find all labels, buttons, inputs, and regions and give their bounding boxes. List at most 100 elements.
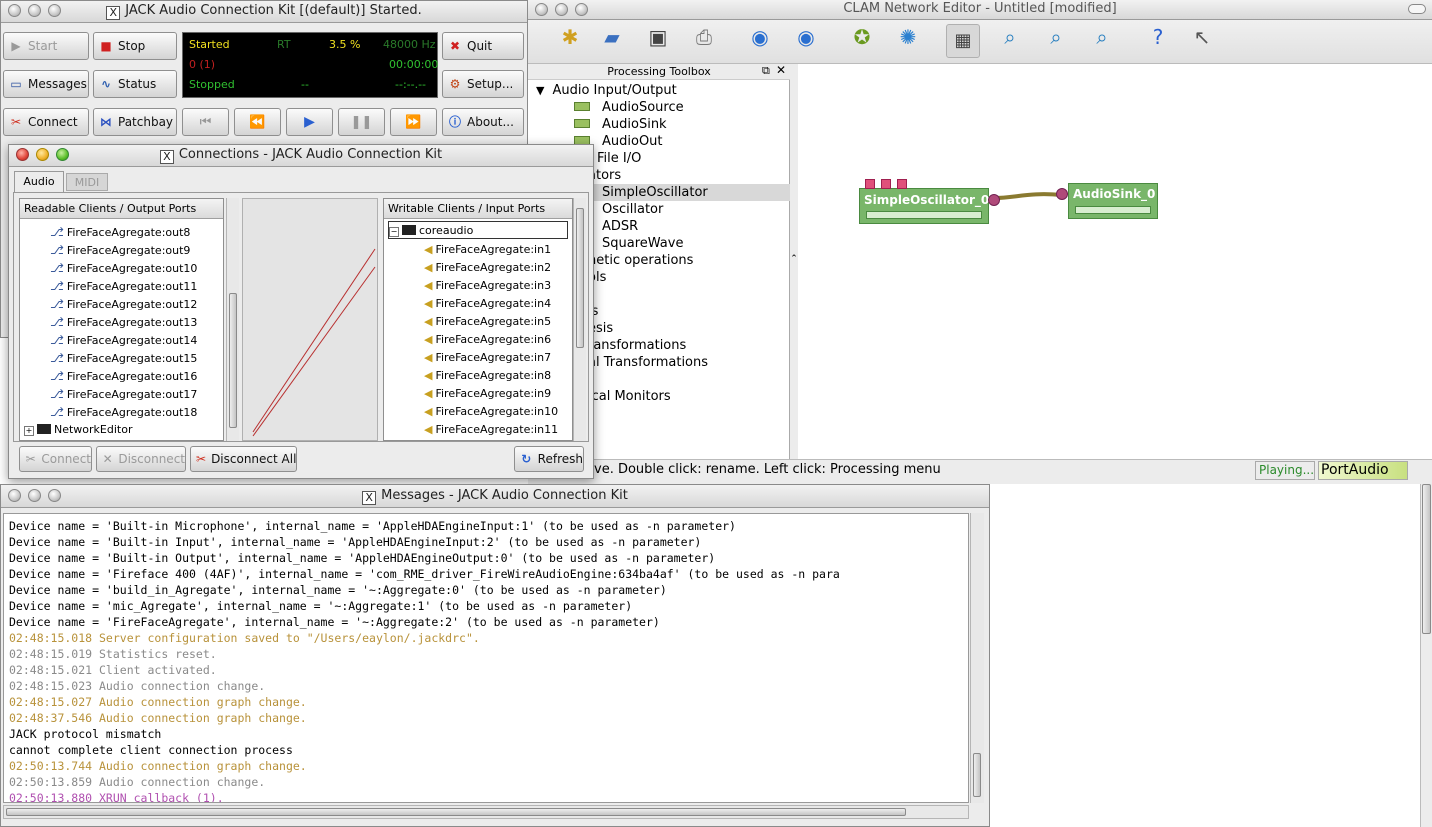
messages-vscroll[interactable] [970,513,984,803]
zoom-in-icon[interactable]: ⌕ [992,22,1028,52]
messages-hscroll-thumb[interactable] [6,808,906,816]
pause-button[interactable]: ❚❚ [338,108,385,136]
disconnect-all-button[interactable]: ✂ Disconnect All [190,446,297,472]
tab-audio[interactable]: Audio [14,171,64,193]
simpleoscillator-node[interactable]: SimpleOscillator_0 [859,188,989,224]
output-port-row[interactable]: ⎇ FireFaceAgregate:out18 [50,403,197,421]
messages-button[interactable]: ▭ Messages [3,70,89,98]
stop-button[interactable]: ■ Stop [93,32,177,60]
output-port-row[interactable]: ⎇ FireFaceAgregate:out10 [50,259,197,277]
open-folder-icon[interactable]: ▰ [594,22,630,52]
input-port[interactable] [1056,188,1068,200]
patchbay-button[interactable]: ⋈ Patchbay [93,108,177,136]
messages-vscroll-thumb[interactable] [973,753,981,797]
toolbox-float-icon[interactable]: ⧉ [762,64,770,78]
background-scroll-thumb[interactable] [1422,484,1431,634]
clam-titlebar[interactable]: CLAM Network Editor - Untitled [modified… [528,0,1432,20]
input-port-row[interactable]: ◀ FireFaceAgregate:in7 [424,349,551,367]
quit-button[interactable]: ✖ Quit [442,32,524,60]
background-scrollbar[interactable] [1420,484,1432,827]
toolbox-item[interactable]: File I/O [597,150,641,167]
input-port-row[interactable]: ◀ FireFaceAgregate:in2 [424,259,551,277]
toolbox-item[interactable]: AudioSink [574,116,667,133]
output-port-row[interactable]: ⎇ FireFaceAgregate:out16 [50,367,197,385]
output-port-row[interactable]: ⎇ FireFaceAgregate:out9 [50,241,190,259]
print-icon[interactable]: ⎙ [686,22,722,52]
layout-icon[interactable]: ▦ [946,24,980,58]
tab-midi[interactable]: MIDI [66,173,108,191]
toolbox-item[interactable]: ▼ Audio Input/Output [536,82,677,99]
zoom-out-icon[interactable]: ⌕ [1084,22,1120,52]
whats-this-icon[interactable]: ↖ [1184,22,1220,52]
connect-ports-button[interactable]: ✂ Connect [19,446,92,472]
control-port-1[interactable] [865,179,875,189]
readable-scrollbar[interactable] [226,198,239,441]
expand-arrow-icon[interactable]: ▼ [536,84,544,97]
client-row-coreaudio[interactable]: − coreaudio [388,221,568,239]
messages-titlebar[interactable]: X Messages - JACK Audio Connection Kit [1,485,989,508]
output-port-row[interactable]: ⎇ FireFaceAgregate:out12 [50,295,197,313]
toolbox-item[interactable]: hetic operations [588,252,693,269]
writable-scroll-thumb[interactable] [576,208,584,348]
expand-icon[interactable]: + [24,426,34,436]
toolbox-item[interactable]: SimpleOscillator [574,184,790,201]
writable-header[interactable]: Writable Clients / Input Ports [384,199,572,219]
messages-hscroll[interactable] [3,805,969,819]
clam-toolbar-toggle[interactable] [1408,4,1426,14]
input-port-row[interactable]: ◀ FireFaceAgregate:in6 [424,331,551,349]
input-port-row[interactable]: ◀ FireFaceAgregate:in5 [424,313,551,331]
output-port-row[interactable]: ⎇ FireFaceAgregate:out15 [50,349,197,367]
input-port-row[interactable]: ◀ FireFaceAgregate:in4 [424,295,551,313]
output-port-row[interactable]: ⎇ FireFaceAgregate:out11 [50,277,197,295]
collapse-icon[interactable]: − [389,227,399,237]
network-canvas[interactable]: SimpleOscillator_0 AudioSink_0 [798,64,1432,459]
client-row-networkeditor[interactable]: + NetworkEditor [24,421,132,439]
toolbox-item[interactable]: ical Monitors [588,388,671,405]
output-port-row[interactable]: ⎇ FireFaceAgregate:out8 [50,223,190,241]
input-port-row[interactable]: ◀ FireFaceAgregate:in11 [424,421,558,439]
refresh-button[interactable]: ↻ Refresh [514,446,584,472]
help-icon[interactable]: ? [1140,22,1176,52]
toolbox-item[interactable]: al Transformations [588,354,708,371]
forward-button[interactable]: ⏩ [390,108,437,136]
output-port-row[interactable]: ⎇ FireFaceAgregate:out17 [50,385,197,403]
about-button[interactable]: ⓘ About... [442,108,524,136]
rewind-button[interactable]: ⏮ [182,108,229,136]
connect-button[interactable]: ✂ Connect [3,108,89,136]
splitter[interactable]: ⌃ [790,64,798,459]
new-file-icon[interactable]: ✱ [552,22,588,52]
messages-log[interactable]: Device name = 'Built-in Microphone', int… [3,513,969,803]
readable-header[interactable]: Readable Clients / Output Ports [20,199,223,219]
control-port-2[interactable] [881,179,891,189]
input-port-row[interactable]: ◀ FireFaceAgregate:in8 [424,367,551,385]
output-port-row[interactable]: ⎇ FireFaceAgregate:out14 [50,331,197,349]
input-port-row[interactable]: ◀ FireFaceAgregate:in3 [424,277,551,295]
play-icon[interactable]: ◉ [742,22,778,52]
backward-button[interactable]: ⏪ [234,108,281,136]
toolbox-item[interactable]: ransformations [588,337,686,354]
audiosink-node[interactable]: AudioSink_0 [1068,183,1158,219]
toolbox-close-icon[interactable]: ✕ [776,63,786,77]
output-port-row[interactable]: ⎇ FireFaceAgregate:out13 [50,313,197,331]
writable-scrollbar[interactable] [573,198,586,441]
jack-titlebar[interactable]: X JACK Audio Connection Kit [(default)] S… [1,1,527,23]
readable-scroll-thumb[interactable] [229,293,237,428]
gear-icon[interactable]: ✺ [890,22,926,52]
input-port-row[interactable]: ◀ FireFaceAgregate:in10 [424,403,558,421]
connection-wire[interactable] [993,192,1063,200]
control-port-3[interactable] [897,179,907,189]
output-port[interactable] [988,194,1000,206]
toolbox-item[interactable]: AudioSource [574,99,684,116]
wand-icon[interactable]: ✪ [844,22,880,52]
disconnect-button[interactable]: ✕ Disconnect [96,446,186,472]
input-port-row[interactable]: ◀ FireFaceAgregate:in9 [424,385,551,403]
connections-titlebar[interactable]: X Connections - JACK Audio Connection Kit [9,145,593,167]
play-button[interactable]: ▶ [286,108,333,136]
start-button[interactable]: ▶ Start [3,32,89,60]
setup-button[interactable]: ⚙ Setup... [442,70,524,98]
save-icon[interactable]: ▣ [640,22,676,52]
readable-ports-list[interactable]: Readable Clients / Output Ports ⎇ FireFac… [19,198,224,441]
status-button[interactable]: ∿ Status [93,70,177,98]
input-port-row[interactable]: ◀ FireFaceAgregate:in1 [424,241,551,259]
zoom-reset-icon[interactable]: ⌕ [1038,22,1074,52]
